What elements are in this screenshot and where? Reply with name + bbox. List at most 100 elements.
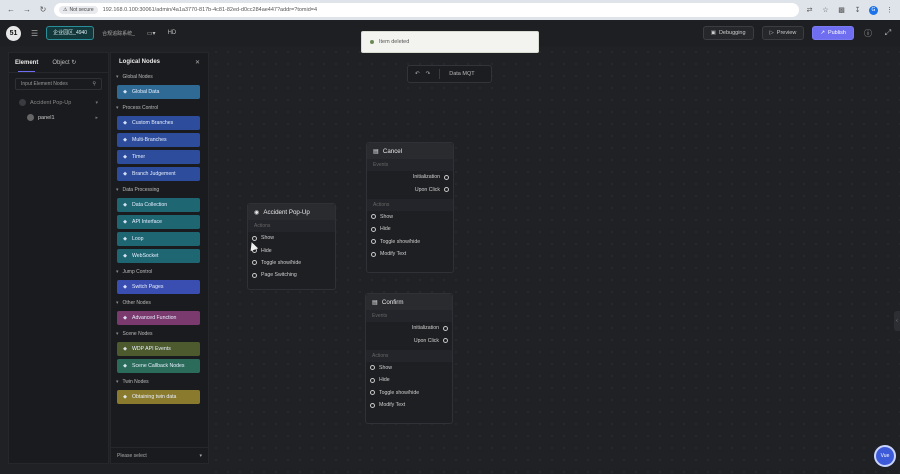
help-icon[interactable]: ⓘ: [862, 28, 874, 39]
download-icon[interactable]: ↧: [853, 6, 862, 15]
node-library-item[interactable]: ◆ Obtaining twin data: [117, 390, 200, 404]
input-port[interactable]: [370, 402, 375, 408]
node-library-item[interactable]: ◆ Scene Callback Nodes: [117, 359, 200, 373]
star-icon[interactable]: ☆: [821, 6, 830, 15]
tree-item-accident-popup[interactable]: Accident Pop-Up ▾: [9, 95, 108, 110]
node-library-item[interactable]: ◆ Multi-Branches: [117, 133, 200, 147]
translate-icon[interactable]: ⇄: [805, 6, 814, 15]
forward-icon[interactable]: →: [22, 5, 32, 15]
redo-icon[interactable]: ↷: [426, 71, 431, 77]
node-section-header[interactable]: ▾ Twin Nodes: [111, 376, 208, 388]
chevron-down-icon[interactable]: ▾: [95, 100, 98, 106]
chevron-down-icon: ▾: [199, 452, 202, 459]
tab-element[interactable]: Element: [15, 60, 38, 72]
security-chip[interactable]: ⚠ Not secure: [59, 6, 98, 14]
node-cancel[interactable]: ▤ Cancel Events Initialization Upon Click …: [366, 142, 454, 273]
node-section-header[interactable]: ▾ Process Control: [111, 102, 208, 114]
address-bar[interactable]: ⚠ Not secure 192.168.0.100:30061/admin/4…: [54, 3, 799, 17]
node-accident-popup[interactable]: ◉ Accident Pop-Up Actions Show Hide Toggle …: [247, 203, 336, 290]
close-icon[interactable]: ✕: [195, 59, 200, 66]
input-port[interactable]: [370, 390, 375, 396]
profile-avatar[interactable]: G: [869, 5, 878, 15]
section-label: Process Control: [122, 105, 159, 111]
publish-label: Publish: [827, 30, 846, 36]
project-selector[interactable]: 企业园区_4940: [46, 26, 95, 40]
section-label: Global Nodes: [122, 74, 153, 80]
floating-assistant-button[interactable]: Vue: [874, 445, 896, 467]
menu-icon[interactable]: ⋮: [885, 6, 894, 15]
input-port[interactable]: [371, 214, 376, 220]
input-port[interactable]: [370, 365, 375, 371]
output-port[interactable]: [443, 338, 448, 344]
multi-branch-icon: ◆: [123, 137, 127, 143]
node-library-item[interactable]: ◆ WDP API Events: [117, 342, 200, 356]
node-library-item[interactable]: ◆ API Interface: [117, 215, 200, 229]
node-section-header[interactable]: ▾ Scene Nodes: [111, 328, 208, 340]
debugging-button[interactable]: ▣ Debugging: [702, 26, 754, 40]
input-port[interactable]: [252, 260, 257, 266]
chevron-right-icon[interactable]: ▸: [95, 115, 98, 121]
input-port[interactable]: [371, 239, 376, 245]
tree-item-label: Accident Pop-Up: [30, 99, 72, 106]
node-library-item-label: Branch Judgement: [132, 171, 176, 177]
action-input-row: Hide: [367, 223, 453, 235]
input-port[interactable]: [371, 226, 376, 232]
loop-icon: ◆: [123, 236, 127, 242]
publish-button[interactable]: ↗ Publish: [812, 26, 854, 40]
node-section-header[interactable]: ▾ Jump Control: [111, 266, 208, 278]
hamburger-icon[interactable]: ☰: [31, 29, 38, 38]
node-library-list: ▾ Global Nodes ◆ Global Data ▾ Process Contro…: [111, 71, 208, 404]
output-port[interactable]: [443, 325, 448, 331]
node-library-item[interactable]: ◆ Data Collection: [117, 198, 200, 212]
input-port[interactable]: [370, 377, 375, 383]
input-port[interactable]: [371, 251, 376, 257]
section-label: Data Processing: [122, 187, 160, 193]
node-library-item[interactable]: ◆ WebSocket: [117, 249, 200, 263]
node-title: Cancel: [382, 147, 403, 155]
reload-icon[interactable]: ↻: [38, 5, 48, 15]
hd-toggle[interactable]: HD: [168, 30, 177, 36]
chevron-down-icon: ▾: [116, 331, 119, 337]
node-section-header[interactable]: ▾ Global Nodes: [111, 71, 208, 83]
undo-icon[interactable]: ↶: [415, 71, 420, 77]
node-library-item[interactable]: ◆ Loop: [117, 232, 200, 246]
action-input-row: Hide: [366, 374, 452, 386]
chevron-down-icon: ▾: [116, 300, 119, 306]
preview-icon: ▷: [769, 30, 774, 36]
output-port[interactable]: [444, 187, 449, 193]
node-library-item[interactable]: ◆ Branch Judgement: [117, 167, 200, 181]
node-library-item[interactable]: ◆ Switch Pages: [117, 280, 200, 294]
node-library-item[interactable]: ◆ Advanced Function: [117, 311, 200, 325]
component-icon: [19, 99, 26, 106]
logical-nodes-panel: Logical Nodes ✕ ▾ Global Nodes ◆ Global Dat…: [110, 52, 209, 464]
element-search-input[interactable]: Input Element Nodes ⚲: [15, 78, 102, 90]
extensions-icon[interactable]: ▩: [837, 6, 846, 15]
tab-object[interactable]: Object ↻: [52, 59, 76, 66]
tree-item-panel1[interactable]: panel1 ▸: [9, 110, 108, 125]
action-input-row: Hide: [248, 244, 335, 256]
node-library-item[interactable]: ◆ Custom Branches: [117, 116, 200, 130]
filter-placeholder: Please select: [117, 452, 147, 459]
node-library-item-label: API Interface: [132, 219, 162, 225]
node-section-header[interactable]: ▾ Data Processing: [111, 184, 208, 196]
project-sub-selector[interactable]: 合规追踪系统_: [102, 30, 135, 37]
fullscreen-icon[interactable]: ⤢: [882, 28, 894, 38]
panel-icon: [27, 114, 34, 121]
screen-icon[interactable]: ▭▾: [147, 30, 156, 37]
input-port[interactable]: [252, 272, 257, 278]
app-logo[interactable]: 51: [6, 25, 21, 41]
data-mqt-button[interactable]: Data MQT: [449, 71, 474, 77]
port-label: Toggle show/hide: [380, 238, 421, 245]
node-library-item[interactable]: ◆ Global Data: [117, 85, 200, 99]
node-confirm[interactable]: ▤ Confirm Events Initialization Upon Click…: [365, 293, 453, 424]
output-port[interactable]: [444, 174, 449, 180]
node-library-item[interactable]: ◆ Timer: [117, 150, 200, 164]
preview-button[interactable]: ▷ Preview: [761, 26, 805, 40]
right-collapse-tab[interactable]: ‹: [894, 311, 900, 331]
back-icon[interactable]: ←: [6, 5, 16, 15]
node-filter-select[interactable]: Please select ▾: [111, 447, 208, 463]
node-section-header[interactable]: ▾ Other Nodes: [111, 297, 208, 309]
node-library-item-label: Timer: [132, 154, 146, 160]
websocket-icon: ◆: [123, 253, 127, 259]
port-label: Show: [379, 364, 392, 371]
